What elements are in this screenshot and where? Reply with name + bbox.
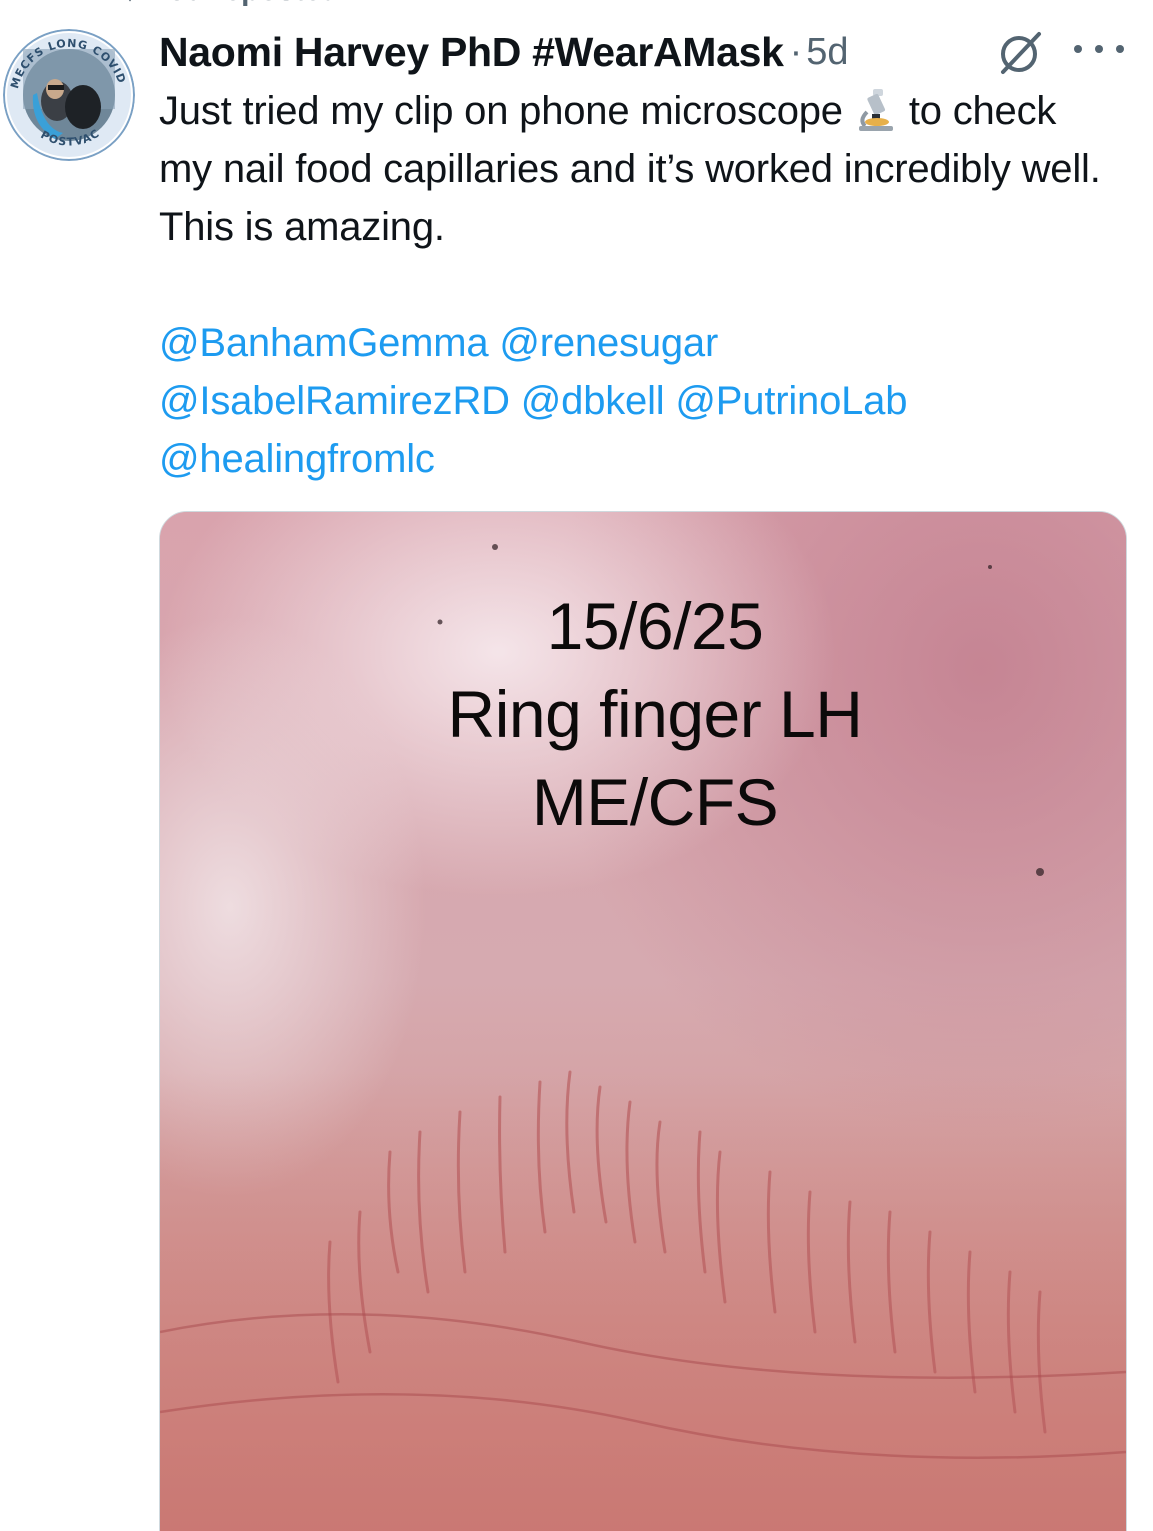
media-caption: 15/6/25 Ring finger LH ME/CFS — [160, 582, 1126, 846]
more-dot — [1074, 45, 1082, 53]
tweet-media-image[interactable]: 15/6/25 Ring finger LH ME/CFS — [159, 511, 1127, 1531]
mention-link[interactable]: @dbkell — [521, 379, 665, 423]
tweet-text: Just tried my clip on phone microscope t… — [159, 82, 1119, 256]
more-icon[interactable] — [1074, 34, 1124, 64]
author-display-name[interactable]: Naomi Harvey PhD #WearAMask — [159, 29, 784, 76]
mention-link[interactable]: @renesugar — [499, 321, 718, 365]
media-caption-finger: Ring finger LH — [447, 677, 863, 751]
tweet-text-part1: Just tried my clip on phone microscope — [159, 89, 843, 133]
mention-link[interactable]: @IsabelRamirezRD — [159, 379, 510, 423]
mention-link[interactable]: @BanhamGemma — [159, 321, 489, 365]
avatar[interactable]: MECFS LONG COVID POSTVAC — [3, 29, 135, 161]
mention-link[interactable]: @PutrinoLab — [675, 379, 907, 423]
mention-link[interactable]: @healingfromlc — [159, 437, 435, 481]
more-dot — [1116, 45, 1124, 53]
microscope-emoji-icon — [858, 89, 893, 131]
tweet-timestamp[interactable]: 5d — [806, 31, 848, 74]
repost-context[interactable]: You reposted — [100, 0, 339, 8]
repost-label: You reposted — [150, 0, 339, 8]
media-caption-condition: ME/CFS — [531, 765, 779, 839]
media-caption-date: 15/6/25 — [546, 589, 764, 663]
more-dot — [1095, 45, 1103, 53]
grok-icon[interactable] — [995, 30, 1045, 76]
repost-icon — [128, 0, 132, 2]
tweet-mentions: @BanhamGemma @renesugar @IsabelRamirezRD… — [159, 314, 1119, 488]
tweet-header: Naomi Harvey PhD #WearAMask · 5d — [159, 26, 849, 78]
tweet-page: You reposted MECFS LONG COVID POSTVAC — [0, 0, 1153, 1531]
header-separator: · — [789, 30, 803, 73]
